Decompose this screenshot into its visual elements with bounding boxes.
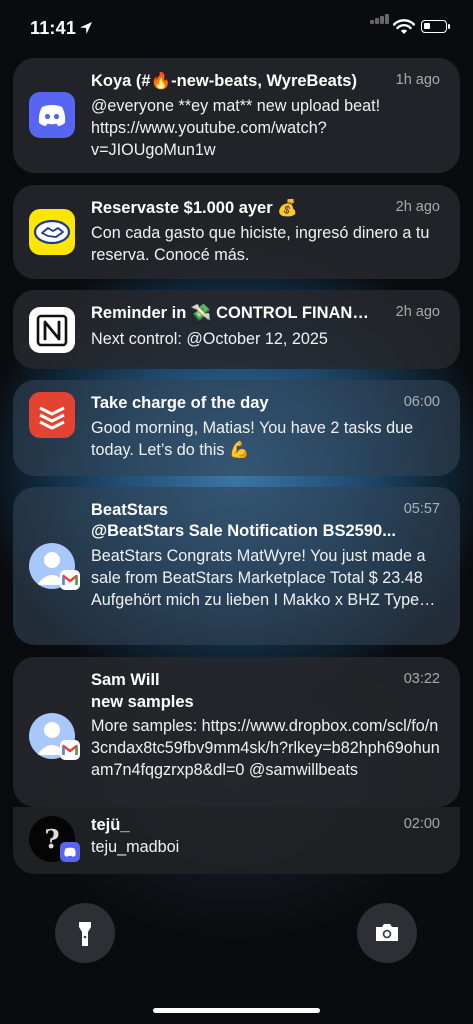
notification-body: More samples: https://www.dropbox.com/sc… — [91, 717, 440, 779]
clock: 11:41 — [30, 18, 77, 38]
discord-badge-icon — [60, 842, 80, 862]
notification-title: Reminder in 💸 CONTROL FINANZAS — [91, 304, 378, 322]
mercadopago-app-icon — [29, 209, 75, 255]
notification-title: Reservaste $1.000 ayer 💰 — [91, 199, 298, 217]
gmail-badge-icon — [60, 570, 80, 590]
notification-body: BeatStars Congrats MatWyre! You just mad… — [91, 547, 426, 609]
discord-app-icon — [29, 92, 75, 138]
notification-time: 05:57 — [403, 501, 440, 517]
flashlight-button[interactable] — [55, 903, 115, 963]
notification-time: 06:00 — [403, 394, 440, 410]
status-bar: 11:41 — [0, 0, 473, 56]
notification-notion[interactable]: Reminder in 💸 CONTROL FINANZAS 2h ago Ne… — [13, 290, 460, 369]
notification-todoist[interactable]: Take charge of the day 06:00 Good mornin… — [13, 380, 460, 476]
notification-body: Next control: @October 12, 2025 — [91, 330, 328, 348]
notification-title: Sam Will — [91, 671, 160, 689]
notification-title: Koya (#🔥-new-beats, WyreBeats) — [91, 72, 357, 90]
camera-icon — [376, 924, 398, 941]
notification-time: 03:22 — [403, 671, 440, 687]
notification-time: 2h ago — [395, 199, 440, 215]
notion-app-icon — [29, 307, 75, 353]
location-arrow-icon — [80, 22, 92, 34]
notification-mercadopago[interactable]: Reservaste $1.000 ayer 💰 2h ago Con cada… — [13, 185, 460, 279]
notification-discord-teju[interactable]: ? tejü_ 02:00 teju_madboi — [13, 807, 460, 874]
gmail-badge-icon — [60, 740, 80, 760]
svg-text:?: ? — [44, 825, 59, 855]
notification-title: BeatStars — [91, 501, 169, 519]
notification-title: Take charge of the day — [91, 394, 269, 412]
notification-body: teju_madboi — [91, 838, 180, 856]
todoist-app-icon — [29, 392, 75, 438]
notification-discord-koya[interactable]: Koya (#🔥-new-beats, WyreBeats) 1h ago @e… — [13, 58, 460, 173]
notification-gmail-beatstars[interactable]: BeatStars 05:57 @BeatStars Sale Notifica… — [13, 487, 460, 645]
notification-time: 1h ago — [395, 72, 440, 88]
flashlight-icon — [79, 922, 91, 946]
notification-title: tejü_ — [91, 816, 130, 834]
notification-time: 02:00 — [403, 816, 440, 832]
notification-body: @everyone **ey mat** new upload beat! ht… — [91, 97, 381, 159]
home-indicator[interactable] — [153, 1008, 320, 1013]
notification-subject: @BeatStars Sale Notification BS2590... — [91, 522, 396, 540]
notification-body: Good morning, Matias! You have 2 tasks d… — [91, 419, 414, 459]
battery-icon — [421, 20, 450, 33]
notification-time: 2h ago — [395, 304, 440, 320]
camera-button[interactable] — [357, 903, 417, 963]
notification-gmail-samwill[interactable]: Sam Will 03:22 new samples More samples:… — [13, 657, 460, 807]
notification-body: Con cada gasto que hiciste, ingresó dine… — [91, 224, 430, 264]
wifi-icon — [393, 19, 415, 34]
notification-subject: new samples — [91, 693, 194, 711]
